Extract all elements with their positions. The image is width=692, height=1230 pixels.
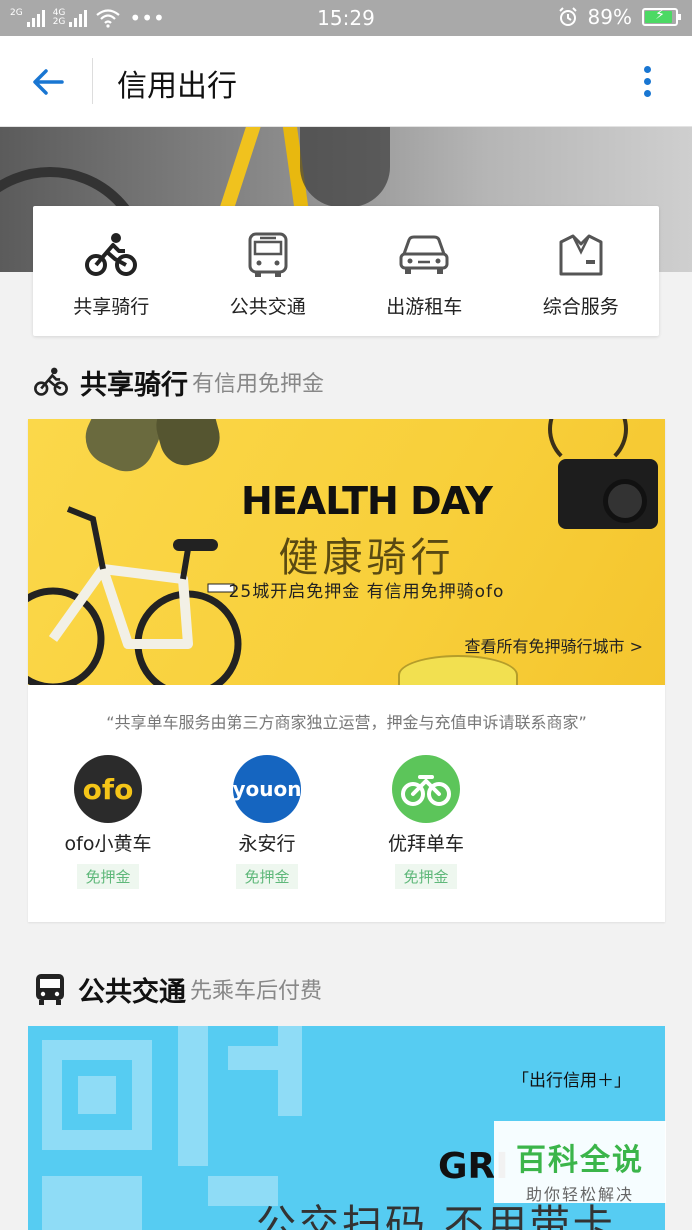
status-bar: 2G 4G 2G ••• 15:29 89% ⚡: [0, 0, 692, 36]
back-arrow-icon[interactable]: [28, 62, 68, 102]
provider-name: 优拜单车: [387, 833, 464, 855]
category-shared-bike[interactable]: 共享骑行: [33, 206, 190, 336]
deposit-free-badge: 免押金: [395, 864, 457, 889]
category-card: 共享骑行 公共交通 出游租车 综合服务: [33, 206, 659, 336]
merchant-notice: “共享单车服务由第三方商家独立运营，押金与充值申诉请联系商家”: [106, 713, 587, 732]
alarm-icon: [558, 7, 577, 26]
watermark-logo: 百科全说 助你轻松解决: [494, 1121, 666, 1204]
banner-subtitle: 健康骑行: [278, 535, 455, 581]
category-label: 公共交通: [229, 296, 306, 318]
bus-icon: [36, 974, 64, 1005]
bicycle-icon: [34, 367, 68, 396]
category-car-rental[interactable]: 出游租车: [346, 206, 503, 336]
provider-ofo[interactable]: ofo ofo小黄车 免押金: [28, 755, 188, 889]
deposit-free-badge: 免押金: [236, 864, 298, 889]
ofo-logo: ofo: [74, 755, 142, 823]
battery-icon: ⚡: [642, 7, 681, 26]
category-services[interactable]: 综合服务: [503, 206, 660, 336]
section-header-transit: 公共交通 先乘车后付费: [34, 969, 322, 1009]
youon-logo-text: youon: [232, 777, 302, 801]
more-menu-icon[interactable]: [632, 62, 662, 102]
bus-icon: [248, 232, 288, 277]
provider-name: 永安行: [238, 833, 296, 855]
section-subtitle: 有信用免押金: [192, 372, 325, 397]
shirt-icon: [559, 234, 603, 276]
provider-youon[interactable]: youon 永安行 免押金: [187, 755, 347, 889]
bike-card: HEALTH DAY 健康骑行 25城开启免押金 有信用免押骑ofo 查看所有免…: [28, 419, 665, 922]
section-header-bike: 共享骑行 有信用免押金: [34, 362, 324, 402]
bicycle-icon: [85, 233, 138, 276]
deposit-free-badge: 免押金: [77, 864, 139, 889]
section-title: 共享骑行: [80, 369, 188, 401]
view-cities-link[interactable]: 查看所有免押骑行城市 >: [465, 633, 644, 657]
battery-percent: 89%: [587, 5, 632, 29]
app-bar-divider: [92, 58, 93, 104]
provider-name: ofo小黄车: [64, 833, 152, 855]
category-label: 综合服务: [542, 296, 619, 318]
app-bar: 信用出行: [0, 36, 692, 127]
category-label: 共享骑行: [73, 296, 150, 318]
banner-description: 25城开启免押金 有信用免押骑ofo: [228, 582, 505, 602]
section-subtitle: 先乘车后付费: [190, 979, 323, 1004]
page-title: 信用出行: [117, 69, 237, 104]
ofo-logo-text: ofo: [82, 772, 134, 806]
watermark-sub: 助你轻松解决: [525, 1185, 634, 1204]
category-label: 出游租车: [386, 296, 463, 318]
section-title: 公共交通: [78, 976, 186, 1008]
ubike-logo: [392, 755, 460, 823]
health-day-banner[interactable]: HEALTH DAY 健康骑行 25城开启免押金 有信用免押骑ofo 查看所有免…: [28, 419, 665, 685]
youon-logo: youon: [232, 755, 302, 823]
ubike-logo-icon: [401, 775, 451, 806]
banner-title: HEALTH DAY: [241, 479, 493, 523]
watermark-main: 百科全说: [516, 1143, 644, 1178]
provider-ubike[interactable]: 优拜单车 免押金: [346, 755, 506, 889]
category-public-transit[interactable]: 公共交通: [190, 206, 347, 336]
provider-list: ofo ofo小黄车 免押金 youon 永安行 免押金 优拜单车 免押金: [28, 755, 665, 895]
credit-travel-tag: 「出行信用＋」: [512, 1071, 631, 1091]
car-icon: [399, 235, 449, 274]
